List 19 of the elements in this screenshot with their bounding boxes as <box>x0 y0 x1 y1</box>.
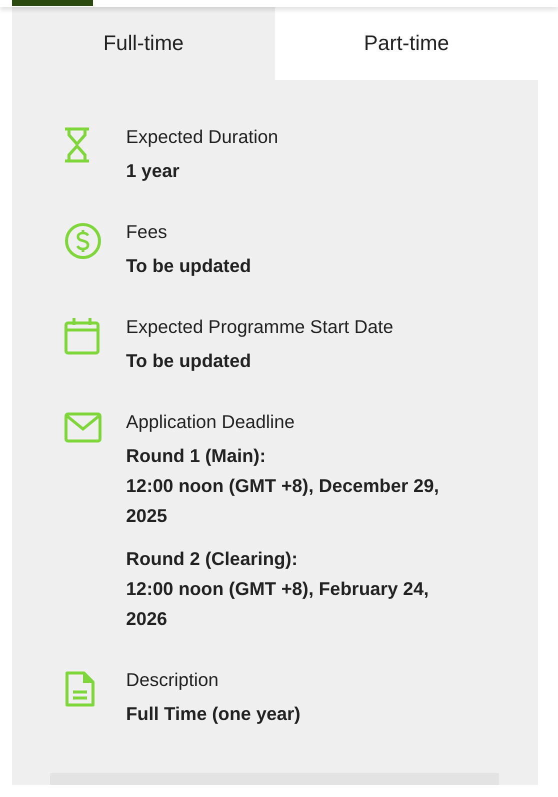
envelope-icon <box>64 412 102 443</box>
calendar-icon <box>64 317 100 355</box>
detail-value: To be updated <box>126 254 252 278</box>
detail-value: Round 1 (Main): <box>126 444 267 468</box>
detail-label: Expected Programme Start Date <box>126 315 394 339</box>
detail-value: 12:00 noon (GMT +8), February 24, 2026 <box>126 577 430 631</box>
detail-value: 1 year <box>126 159 180 183</box>
detail-label: Expected Duration <box>126 125 278 149</box>
hourglass-icon <box>64 127 90 163</box>
detail-value: Round 2 (Clearing): <box>126 547 299 571</box>
detail-value: To be updated <box>126 349 252 373</box>
detail-label: Fees <box>126 220 168 244</box>
detail-value: Full Time (one year) <box>126 702 300 726</box>
detail-value: 12:00 noon (GMT +8), December 29, 2025 <box>126 474 440 528</box>
detail-label: Description <box>126 668 220 692</box>
document-icon <box>64 670 96 708</box>
tab[interactable]: Part-time <box>275 7 538 80</box>
dollar-icon <box>64 222 102 260</box>
detail-label: Application Deadline <box>126 410 296 434</box>
